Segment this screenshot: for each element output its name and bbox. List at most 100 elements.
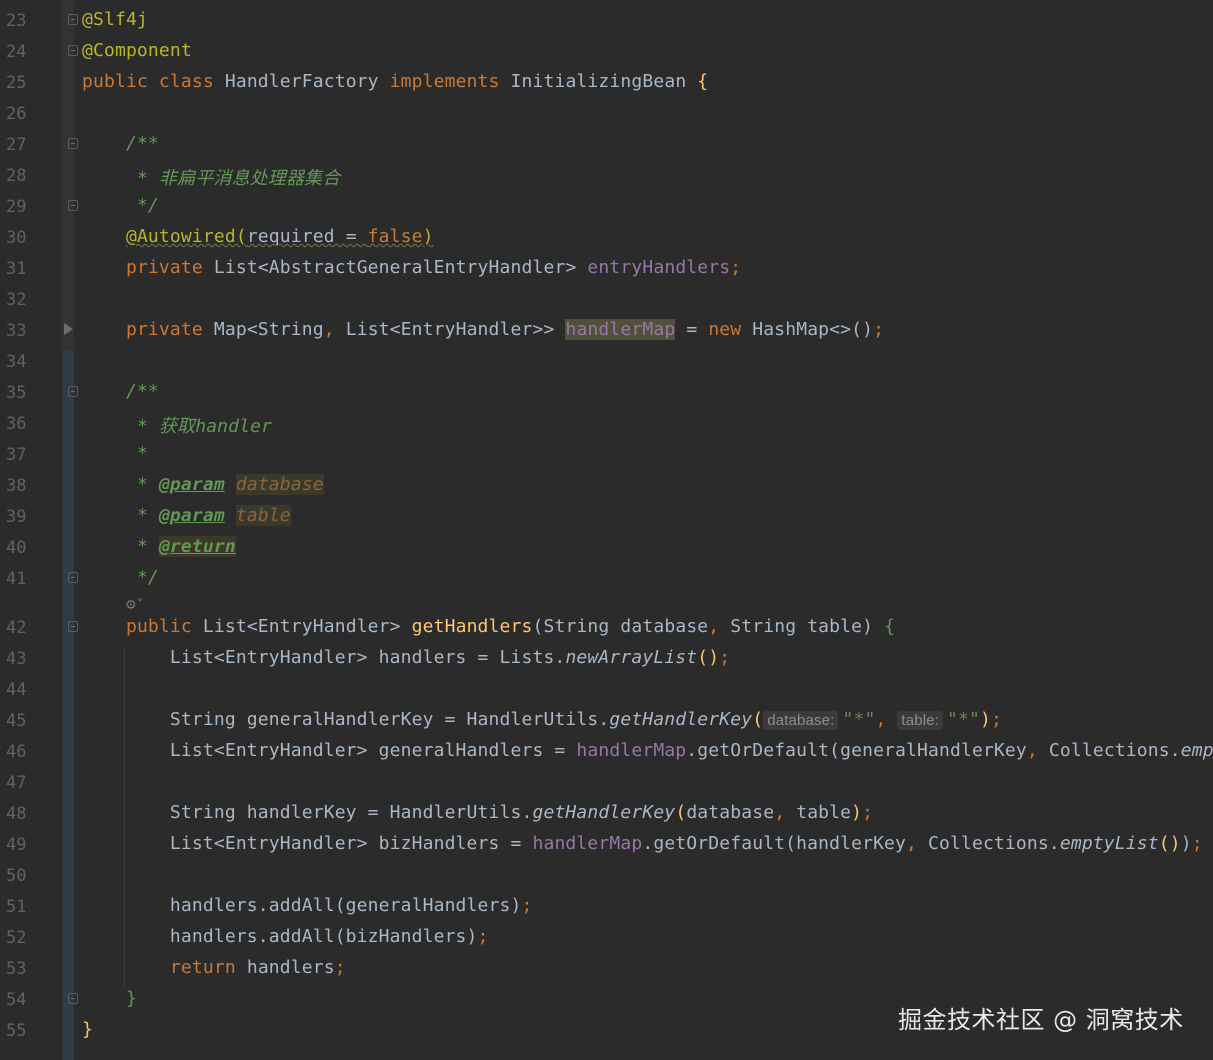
line-number[interactable]: 39	[6, 507, 46, 527]
code-text[interactable]: @Component	[82, 40, 192, 61]
code-line[interactable]: 30 @Autowired(required = false)	[0, 222, 1213, 253]
code-line[interactable]: 53 return handlers;	[0, 953, 1213, 984]
line-number[interactable]: 24	[6, 42, 46, 62]
code-line[interactable]: 47	[0, 767, 1213, 798]
code-text[interactable]: handlers.addAll(bizHandlers);	[82, 926, 489, 947]
line-number[interactable]: 36	[6, 414, 46, 434]
code-text[interactable]: */	[82, 195, 159, 216]
line-number[interactable]: 38	[6, 476, 46, 496]
code-text[interactable]: @Autowired(required = false)	[82, 226, 434, 247]
code-line[interactable]: 52 handlers.addAll(bizHandlers);	[0, 922, 1213, 953]
code-line[interactable]: 48 String handlerKey = HandlerUtils.getH…	[0, 798, 1213, 829]
code-text[interactable]: private Map<String, List<EntryHandler>> …	[82, 319, 884, 340]
code-line[interactable]: 24 @Component	[0, 36, 1213, 67]
code-line[interactable]: 38 * @param database	[0, 470, 1213, 501]
line-number[interactable]: 25	[6, 73, 46, 93]
line-number[interactable]: 26	[6, 104, 46, 124]
code-line[interactable]: 46 List<EntryHandler> generalHandlers = …	[0, 736, 1213, 767]
line-number[interactable]: 41	[6, 569, 46, 589]
code-text[interactable]: List<EntryHandler> handlers = Lists.newA…	[82, 647, 730, 668]
code-text[interactable]: private List<AbstractGeneralEntryHandler…	[82, 257, 741, 278]
code-line[interactable]: 31 private List<AbstractGeneralEntryHand…	[0, 253, 1213, 284]
code-text[interactable]: handlers.addAll(generalHandlers);	[82, 895, 532, 916]
code-text[interactable]: @Slf4j	[82, 9, 148, 30]
code-line[interactable]: 43 List<EntryHandler> handlers = Lists.n…	[0, 643, 1213, 674]
code-text[interactable]: List<EntryHandler> generalHandlers = han…	[82, 740, 1213, 761]
code-text[interactable]: */	[82, 567, 159, 588]
code-vision-icon[interactable]: ⚙˅	[125, 598, 143, 613]
line-number[interactable]: 43	[6, 649, 46, 669]
code-line[interactable]: 36 * 获取handler	[0, 408, 1213, 439]
line-number[interactable]: 37	[6, 445, 46, 465]
code-text[interactable]: public class HandlerFactory implements I…	[82, 71, 708, 92]
code-line[interactable]: 35 /**	[0, 377, 1213, 408]
fold-toggle-icon[interactable]	[68, 45, 78, 56]
code-line[interactable]: 51 handlers.addAll(generalHandlers);	[0, 891, 1213, 922]
fold-toggle-icon[interactable]	[68, 14, 78, 25]
code-line[interactable]: 45 String generalHandlerKey = HandlerUti…	[0, 705, 1213, 736]
fold-toggle-icon[interactable]	[68, 572, 78, 583]
code-line[interactable]: 37 *	[0, 439, 1213, 470]
code-text[interactable]: }	[82, 988, 137, 1009]
code-line[interactable]: 29 */	[0, 191, 1213, 222]
fold-toggle-icon[interactable]	[68, 386, 78, 397]
code-line[interactable]: 44	[0, 674, 1213, 705]
code-text[interactable]: * @param database	[82, 474, 324, 495]
code-text[interactable]: return handlers;	[82, 957, 346, 978]
code-text[interactable]: * 非扁平消息处理器集合	[82, 164, 340, 190]
code-line[interactable]: 25 public class HandlerFactory implements…	[0, 67, 1213, 98]
code-text[interactable]: String generalHandlerKey = HandlerUtils.…	[82, 709, 1002, 730]
line-number[interactable]: 35	[6, 383, 46, 403]
code-text[interactable]: public List<EntryHandler> getHandlers(St…	[82, 616, 895, 637]
code-text[interactable]: * 获取handler	[82, 412, 272, 438]
line-number[interactable]: 32	[6, 290, 46, 310]
gutter-arrow-icon[interactable]	[64, 323, 73, 335]
fold-toggle-icon[interactable]	[68, 621, 78, 632]
line-number[interactable]: 27	[6, 135, 46, 155]
code-line[interactable]: 42 public List<EntryHandler> getHandlers…	[0, 612, 1213, 643]
line-number[interactable]: 49	[6, 835, 46, 855]
line-number[interactable]: 55	[6, 1021, 46, 1041]
code-text[interactable]: *	[82, 443, 148, 464]
code-text[interactable]: }	[82, 1019, 93, 1040]
code-text[interactable]: String handlerKey = HandlerUtils.getHand…	[82, 802, 873, 823]
fold-toggle-icon[interactable]	[68, 993, 78, 1004]
line-number[interactable]: 40	[6, 538, 46, 558]
line-number[interactable]: 30	[6, 228, 46, 248]
line-number[interactable]: 31	[6, 259, 46, 279]
line-number[interactable]: 44	[6, 680, 46, 700]
code-text[interactable]: /**	[82, 133, 159, 154]
line-number[interactable]: 23	[6, 11, 46, 31]
code-text[interactable]: /**	[82, 381, 159, 402]
fold-toggle-icon[interactable]	[68, 200, 78, 211]
code-line[interactable]: 27 /**	[0, 129, 1213, 160]
code-text[interactable]: List<EntryHandler> bizHandlers = handler…	[82, 833, 1203, 854]
line-number[interactable]: 42	[6, 618, 46, 638]
code-line[interactable]: 26	[0, 98, 1213, 129]
line-number[interactable]: 48	[6, 804, 46, 824]
line-number[interactable]: 46	[6, 742, 46, 762]
code-editor[interactable]: 23 @Slf4j 24 @Component 25 public class Handl…	[0, 0, 1213, 1060]
line-number[interactable]: 51	[6, 897, 46, 917]
code-line[interactable]: 28 * 非扁平消息处理器集合	[0, 160, 1213, 191]
line-number[interactable]: 45	[6, 711, 46, 731]
code-text[interactable]: * @param table	[82, 505, 291, 526]
code-line[interactable]: 40 * @return	[0, 532, 1213, 563]
code-line[interactable]: 33 private Map<String, List<EntryHandler…	[0, 315, 1213, 346]
line-number[interactable]: 53	[6, 959, 46, 979]
line-number[interactable]: 52	[6, 928, 46, 948]
line-number[interactable]: 54	[6, 990, 46, 1010]
code-line[interactable]: 34	[0, 346, 1213, 377]
line-number[interactable]: 28	[6, 166, 46, 186]
line-number[interactable]: 47	[6, 773, 46, 793]
code-line[interactable]: 41 */	[0, 563, 1213, 594]
code-line[interactable]: 39 * @param table	[0, 501, 1213, 532]
code-text[interactable]: * @return	[82, 536, 236, 557]
code-line[interactable]: 50	[0, 860, 1213, 891]
line-number[interactable]: 50	[6, 866, 46, 886]
line-number[interactable]: 34	[6, 352, 46, 372]
code-line[interactable]: 32	[0, 284, 1213, 315]
code-line[interactable]: 49 List<EntryHandler> bizHandlers = hand…	[0, 829, 1213, 860]
code-line[interactable]: 23 @Slf4j	[0, 5, 1213, 36]
line-number[interactable]: 33	[6, 321, 46, 341]
